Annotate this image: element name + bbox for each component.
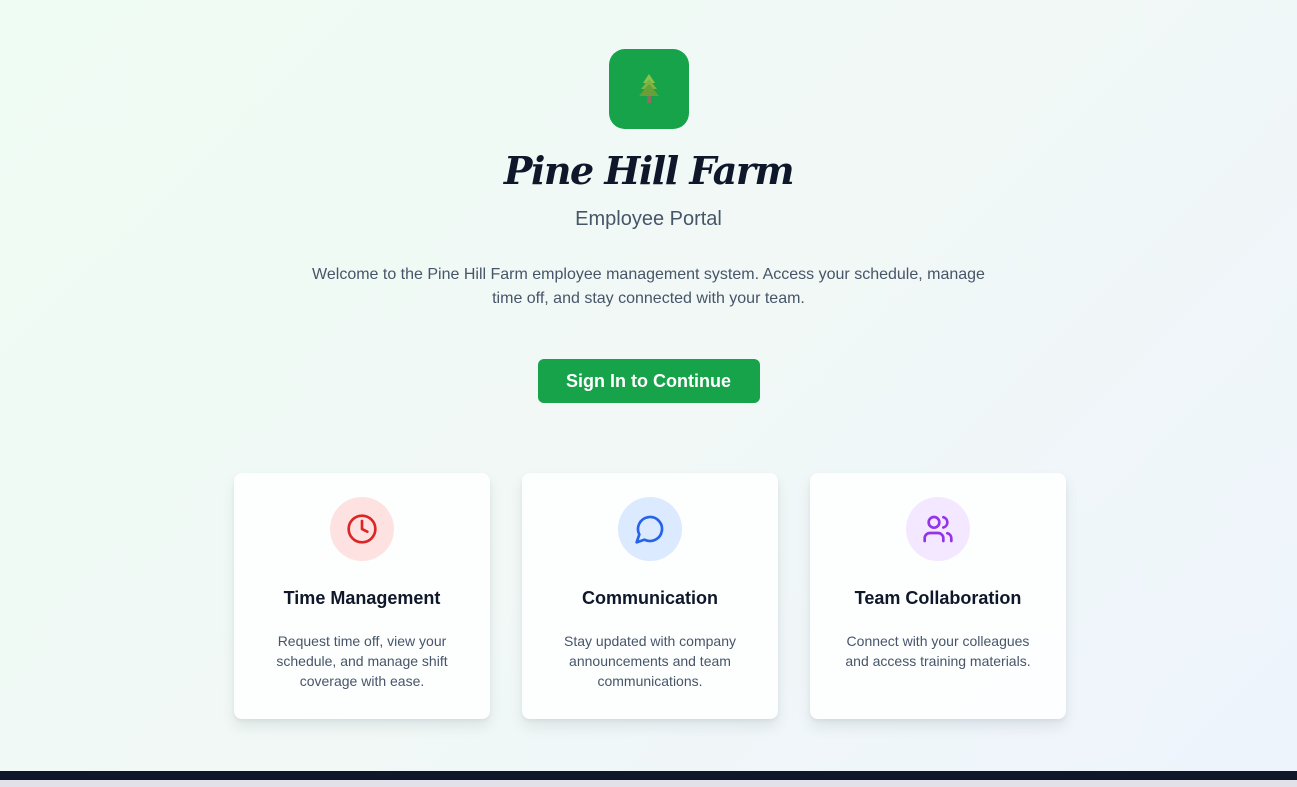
pine-tree-icon xyxy=(638,74,659,103)
clock-icon xyxy=(347,514,377,544)
brand-name: Pine Hill Farm xyxy=(503,147,795,193)
hero-section: Pine Hill Farm Employee Portal Welcome t… xyxy=(0,0,1297,403)
card-title: Communication xyxy=(581,587,718,608)
feature-card-communication: Communication Stay updated with company … xyxy=(522,473,778,719)
feature-cards: Time Management Request time off, view y… xyxy=(234,473,1066,719)
message-circle-icon xyxy=(635,515,664,544)
card-title: Time Management xyxy=(283,587,441,608)
footer-bar xyxy=(0,771,1297,780)
users-icon xyxy=(923,515,953,543)
logo-tile xyxy=(608,49,689,129)
feature-card-time-management: Time Management Request time off, view y… xyxy=(234,473,490,719)
card-description: Request time off, view your schedule, an… xyxy=(276,633,448,689)
card-description: Connect with your colleagues and access … xyxy=(845,633,1031,669)
card-title: Team Collaboration xyxy=(854,587,1022,608)
icon-circle xyxy=(618,497,682,561)
sign-in-button[interactable]: Sign In to Continue xyxy=(537,359,760,403)
footer-strip xyxy=(0,780,1297,787)
page-subtitle: Employee Portal xyxy=(575,207,722,230)
icon-circle xyxy=(330,497,394,561)
feature-card-team-collaboration: Team Collaboration Connect with your col… xyxy=(810,473,1066,719)
icon-circle xyxy=(906,497,970,561)
card-description: Stay updated with company announcements … xyxy=(564,633,736,689)
welcome-text: Welcome to the Pine Hill Farm employee m… xyxy=(312,266,985,307)
